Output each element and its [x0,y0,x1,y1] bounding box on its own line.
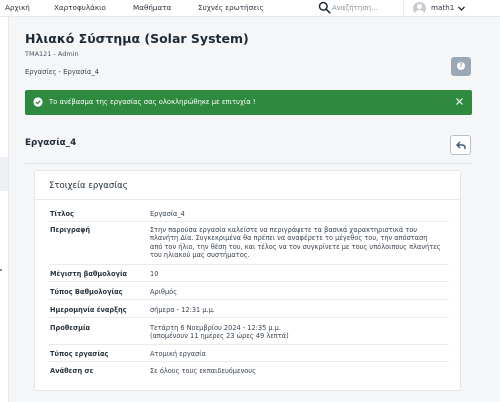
success-alert: Το ανέβασμα της εργασίας σας ολοκληρώθηκ… [25,90,472,115]
row-value-assignment-type: Ατομική εργασία [150,350,206,358]
course-code: TMA121 - Admin [25,50,79,58]
check-circle-icon [33,97,43,107]
back-button[interactable] [450,135,471,155]
alert-message: Το ανέβασμα της εργασίας σας ολοκληρώθηκ… [49,98,256,106]
user-avatar-icon[interactable] [413,2,426,15]
deadline-date: Τετάρτη 6 Νοεμβρίου 2024 - 12:35 μ.μ. [150,324,281,332]
user-menu-name[interactable]: math1 [431,3,454,12]
chevron-down-icon[interactable] [457,4,466,13]
row-label-title: Τίτλος [50,210,74,218]
row-value-grade-type: Αριθμός [150,288,178,296]
row-divider [49,344,449,345]
row-label-start-date: Ημερομηνία έναρξης [50,306,127,314]
row-value-title: Εργασία_4 [150,210,185,218]
sidebar-active-item[interactable] [0,157,8,191]
nav-divider [403,0,404,17]
details-card-title: Στοιχεία εργασίας [49,181,128,191]
back-arrow-icon [456,141,466,149]
nav-courses[interactable]: Μαθήματα [133,3,171,12]
row-label-description: Περιγραφή [50,226,91,234]
row-divider [49,281,449,282]
close-icon[interactable] [455,97,464,106]
row-value-max-grade: 10 [150,270,159,278]
description-line: πλανήτη Δία. Συγκεκριμένα θα πρέπει να α… [150,234,428,243]
row-value-assigned-to: Σε όλους τους εκπαιδευόμενους [150,367,256,375]
section-divider [25,163,472,164]
row-divider [49,361,449,362]
nav-faq[interactable]: Συχνές ερωτήσεις [198,3,264,12]
nav-home[interactable]: Αρχική [5,3,30,12]
row-label-max-grade: Μέγιστη βαθμολογία [50,270,128,278]
row-divider [49,317,449,318]
assignment-heading: Εργασία_4 [25,138,77,148]
description-line: από τον ήλιο, την θέση του, και τέλος να… [150,242,441,251]
row-label-grade-type: Τύπος Βαθμολογίας [50,288,123,296]
deadline-remaining: (απομένουν 11 ημέρες 23 ώρες 49 λεπτά) [150,332,289,341]
row-value-start-date: σήμερα - 12:31 μ.μ. [150,306,215,314]
row-divider [49,221,449,222]
search-input[interactable] [332,2,400,14]
page-title: Ηλιακό Σύστημα (Solar System) [25,31,249,46]
row-divider [49,264,449,265]
card-divider [35,199,460,200]
row-label-assigned-to: Ανάθεση σε [50,367,94,375]
description-line: του ηλιακού μας συστήματος. [150,250,250,259]
sidebar [0,17,9,402]
description-line: Στην παρούσα εργασία καλείστε να περιγρά… [150,226,418,234]
top-navbar: Αρχική Χαρτοφυλάκιο Μαθήματα Συχνές ερωτ… [0,0,500,17]
row-divider [49,299,449,300]
row-value-description: Στην παρούσα εργασία καλείστε να περιγρά… [150,226,441,259]
sidebar-dot [0,269,2,271]
row-label-deadline: Προθεσμία [50,324,91,332]
help-button[interactable]: ? [451,57,471,76]
nav-portfolio[interactable]: Χαρτοφυλάκιο [54,3,106,12]
search-icon[interactable] [318,1,331,14]
row-value-deadline: Τετάρτη 6 Νοεμβρίου 2024 - 12:35 μ.μ. (α… [150,324,289,341]
breadcrumb: Εργασίες - Εργασία_4 [25,68,100,76]
row-label-assignment-type: Τύπος εργασίας [50,350,109,358]
help-icon: ? [457,62,465,70]
